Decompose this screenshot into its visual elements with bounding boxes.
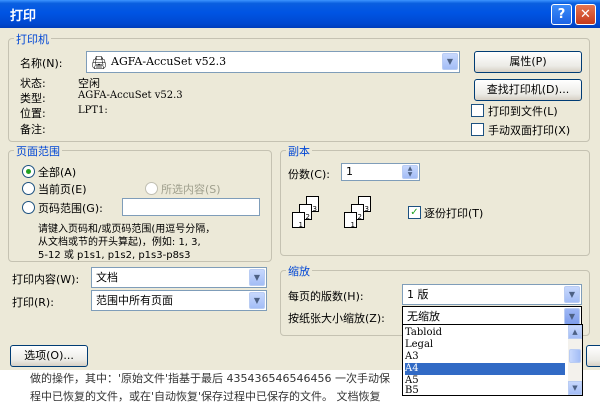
- copies-legend: 副本: [286, 143, 312, 159]
- printer-name-select[interactable]: 🖨 AGFA-AccuSet v52.3 ▼: [86, 51, 460, 73]
- dropdown-scrollbar[interactable]: ▲ ▼: [568, 325, 582, 395]
- dropdown-option[interactable]: Tabloid: [405, 327, 565, 339]
- collate-illustration-left: 3 2 1: [286, 190, 336, 240]
- printer-group-legend: 打印机: [14, 31, 51, 47]
- chevron-down-icon[interactable]: ▼: [249, 269, 265, 286]
- pages-per-sheet-value: 1 版: [407, 288, 429, 301]
- where-value: LPT1:: [78, 105, 108, 116]
- scroll-thumb[interactable]: [569, 349, 581, 363]
- background-text-line-1: 做的操作，其中：'原始文件'指基于最后 435436546546456 一次手动…: [30, 372, 391, 385]
- spinner-icon[interactable]: ▲ ▼: [402, 165, 418, 179]
- cancel-button-partial[interactable]: [586, 345, 600, 367]
- printer-icon: 🖨: [91, 56, 108, 71]
- range-pages-label: 页码范围(G):: [38, 202, 103, 215]
- range-current-radio[interactable]: [22, 182, 35, 195]
- scale-to-paper-value: 无缩放: [407, 310, 440, 323]
- properties-button[interactable]: 属性(P): [474, 51, 582, 73]
- status-label: 状态:: [20, 77, 46, 90]
- print-select[interactable]: 范围中所有页面 ▼: [91, 290, 267, 311]
- dropdown-option-selected[interactable]: A4: [405, 363, 565, 375]
- page-sheet: 1: [344, 212, 357, 229]
- help-icon: ?: [557, 7, 566, 22]
- comment-label: 备注:: [20, 123, 46, 136]
- copies-count-input[interactable]: 1 ▲ ▼: [341, 163, 420, 181]
- close-icon: ✕: [580, 7, 591, 22]
- collate-checkbox[interactable]: ✓: [408, 206, 421, 219]
- status-value: 空闲: [78, 77, 100, 90]
- print-what-label: 打印内容(W):: [12, 273, 80, 286]
- options-button[interactable]: 选项(O)...: [10, 345, 88, 367]
- dropdown-option[interactable]: B5: [405, 385, 565, 395]
- print-label: 打印(R):: [12, 296, 54, 309]
- title-bar[interactable]: 打印 ? ✕: [0, 0, 600, 28]
- pages-per-sheet-label: 每页的版数(H):: [288, 290, 364, 303]
- print-to-file-checkbox[interactable]: [471, 104, 484, 117]
- help-button[interactable]: ?: [551, 4, 572, 25]
- find-printer-button[interactable]: 查找打印机(D)...: [474, 79, 582, 101]
- dialog-title: 打印: [10, 9, 37, 24]
- manual-duplex-checkbox[interactable]: [471, 123, 484, 136]
- close-button[interactable]: ✕: [575, 4, 596, 25]
- range-current-label: 当前页(E): [38, 183, 87, 196]
- scale-to-paper-label: 按纸张大小缩放(Z):: [288, 312, 385, 325]
- copies-count-value: 1: [346, 165, 353, 178]
- pages-per-sheet-select[interactable]: 1 版 ▼: [402, 284, 582, 305]
- where-label: 位置:: [20, 107, 46, 120]
- collate-illustration-right: 3 2 1: [338, 190, 388, 240]
- print-to-file-label: 打印到文件(L): [488, 105, 558, 118]
- chevron-down-icon[interactable]: ▼: [249, 292, 265, 309]
- collate-label: 逐份打印(T): [424, 207, 484, 220]
- print-dialog: 打印 ? ✕ 打印机 名称(N): 🖨 AGFA-AccuSet v52.3 ▼…: [0, 0, 600, 370]
- zoom-legend: 缩放: [286, 263, 312, 279]
- dropdown-option[interactable]: A3: [405, 351, 565, 363]
- print-what-select[interactable]: 文档 ▼: [91, 267, 267, 288]
- print-what-value: 文档: [96, 271, 118, 284]
- scroll-up-icon[interactable]: ▲: [568, 325, 582, 339]
- page-sheet: 1: [292, 212, 305, 229]
- chevron-down-icon[interactable]: ▼: [564, 286, 580, 303]
- scroll-down-icon[interactable]: ▼: [568, 381, 582, 395]
- page-range-legend: 页面范围: [14, 143, 62, 159]
- range-all-label: 全部(A): [38, 166, 77, 179]
- range-selection-label: 所选内容(S): [161, 183, 221, 196]
- printer-name-label: 名称(N):: [20, 57, 63, 70]
- chevron-down-icon[interactable]: ▼: [442, 53, 458, 70]
- print-value: 范围中所有页面: [96, 294, 173, 307]
- type-value: AGFA-AccuSet v52.3: [78, 90, 183, 101]
- range-hint-line-3: 5-12 或 p1s1, p1s2, p1s3-p8s3: [38, 250, 191, 261]
- range-selection-radio[interactable]: [145, 182, 158, 195]
- scale-dropdown-list[interactable]: Tabloid Legal A3 A4 A5 B5 ▲ ▼: [402, 324, 583, 396]
- range-all-radio[interactable]: [22, 165, 35, 178]
- dropdown-option[interactable]: Legal: [405, 339, 565, 351]
- manual-duplex-label: 手动双面打印(X): [488, 124, 571, 137]
- type-label: 类型:: [20, 92, 46, 105]
- printer-name-value: AGFA-AccuSet v52.3: [111, 55, 227, 68]
- chevron-down-icon[interactable]: ▼: [564, 308, 580, 325]
- page-range-input[interactable]: [122, 198, 260, 216]
- range-pages-radio[interactable]: [22, 201, 35, 214]
- copies-count-label: 份数(C):: [288, 168, 330, 181]
